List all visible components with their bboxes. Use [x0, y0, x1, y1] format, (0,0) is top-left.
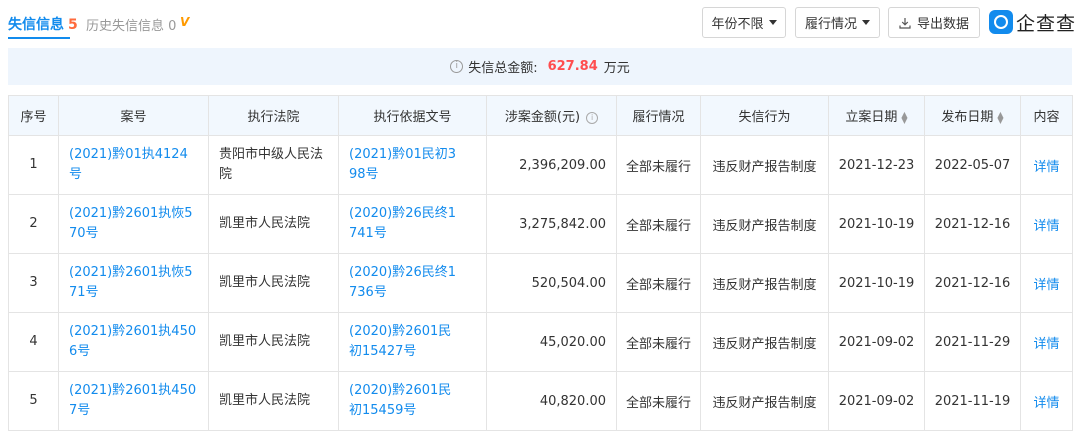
row-index: 5	[8, 371, 59, 431]
performance-status: 全部未履行	[616, 135, 701, 195]
summary-amount: 627.84	[547, 59, 598, 74]
header-case-no: 案号	[58, 95, 209, 136]
top-bar: 失信信息 5 历史失信信息 0 V 年份不限 履行情况 导出数据 企查查	[0, 0, 1080, 44]
header-index: 序号	[8, 95, 59, 136]
behavior-text: 违反财产报告制度	[700, 312, 829, 372]
summary-unit: 万元	[603, 61, 630, 76]
amount-value: 2,396,209.00	[486, 135, 617, 195]
performance-filter-label: 履行情况	[804, 17, 857, 32]
filing-date: 2021-09-02	[828, 371, 925, 431]
performance-filter-dropdown[interactable]: 履行情况	[795, 7, 880, 38]
table-header-row: 序号 案号 执行法院 执行依据文号 涉案金额(元) i 履行情况 失信行为 立案日…	[8, 95, 1073, 136]
publish-date: 2021-11-29	[924, 312, 1021, 372]
court-name: 凯里市人民法院	[208, 312, 339, 372]
court-name: 凯里市人民法院	[208, 371, 339, 431]
download-icon	[899, 17, 911, 29]
basis-no-link[interactable]: (2021)黔01民初3 98号	[338, 135, 487, 195]
detail-link[interactable]: 详情	[1020, 312, 1073, 372]
qichacha-logo: 企查查	[989, 8, 1076, 36]
behavior-text: 违反财产报告制度	[700, 253, 829, 313]
detail-link[interactable]: 详情	[1020, 371, 1073, 431]
export-data-button[interactable]: 导出数据	[888, 7, 980, 38]
caret-down-icon	[862, 20, 870, 25]
table-row: 2 (2021)黔2601执恢5 70号 凯里市人民法院 (2020)黔26民终1…	[8, 194, 1073, 254]
amount-value: 520,504.00	[486, 253, 617, 313]
filing-date: 2021-12-23	[828, 135, 925, 195]
performance-status: 全部未履行	[616, 371, 701, 431]
table-row: 1 (2021)黔01执4124 号 贵阳市中级人民法院 (2021)黔01民初3…	[8, 135, 1073, 195]
filing-date: 2021-09-02	[828, 312, 925, 372]
amount-value: 3,275,842.00	[486, 194, 617, 254]
basis-no-link[interactable]: (2020)黔2601民 初15459号	[338, 371, 487, 431]
sort-icon[interactable]: ▲ ▼	[997, 110, 1003, 124]
tab-history-dishonest-info[interactable]: 历史失信信息 0	[86, 15, 176, 34]
header-filing-date[interactable]: 立案日期 ▲ ▼	[828, 95, 925, 136]
behavior-text: 违反财产报告制度	[700, 371, 829, 431]
tab-dishonest-info-label: 失信信息	[8, 17, 64, 33]
behavior-text: 违反财产报告制度	[700, 135, 829, 195]
basis-no-link[interactable]: (2020)黔26民终1 736号	[338, 253, 487, 313]
row-index: 4	[8, 312, 59, 372]
info-icon: i	[450, 60, 464, 73]
publish-date: 2021-11-19	[924, 371, 1021, 431]
filing-date: 2021-10-19	[828, 253, 925, 313]
detail-link[interactable]: 详情	[1020, 253, 1073, 313]
court-name: 贵阳市中级人民法院	[208, 135, 339, 195]
export-data-label: 导出数据	[916, 17, 969, 32]
case-no-link[interactable]: (2021)黔2601执450 7号	[58, 371, 209, 431]
vip-icon: V	[180, 15, 190, 29]
header-behavior: 失信行为	[700, 95, 829, 136]
dishonest-records-table: 序号 案号 执行法院 执行依据文号 涉案金额(元) i 履行情况 失信行为 立案日…	[8, 95, 1073, 431]
case-no-link[interactable]: (2021)黔2601执450 6号	[58, 312, 209, 372]
header-publish-date[interactable]: 发布日期 ▲ ▼	[924, 95, 1021, 136]
row-index: 3	[8, 253, 59, 313]
header-basis-no: 执行依据文号	[338, 95, 487, 136]
header-performance: 履行情况	[616, 95, 701, 136]
sort-icon[interactable]: ▲ ▼	[901, 110, 907, 124]
behavior-text: 违反财产报告制度	[700, 194, 829, 254]
publish-date: 2021-12-16	[924, 253, 1021, 313]
basis-no-link[interactable]: (2020)黔2601民 初15427号	[338, 312, 487, 372]
filing-date: 2021-10-19	[828, 194, 925, 254]
info-icon[interactable]: i	[586, 111, 599, 124]
publish-date: 2021-12-16	[924, 194, 1021, 254]
tab-dishonest-info-count: 5	[68, 17, 78, 33]
performance-status: 全部未履行	[616, 194, 701, 254]
tab-history-count: 0	[168, 19, 177, 34]
header-amount: 涉案金额(元) i	[486, 95, 617, 136]
summary-label: 失信总金额:	[468, 61, 538, 76]
total-amount-summary: i 失信总金额: 627.84 万元	[8, 48, 1072, 85]
tab-history-label: 历史失信信息	[86, 19, 165, 34]
row-index: 2	[8, 194, 59, 254]
caret-down-icon	[768, 20, 777, 25]
performance-status: 全部未履行	[616, 253, 701, 313]
detail-link[interactable]: 详情	[1020, 194, 1073, 254]
year-filter-dropdown[interactable]: 年份不限	[702, 7, 786, 38]
table-row: 4 (2021)黔2601执450 6号 凯里市人民法院 (2020)黔2601民…	[8, 312, 1073, 372]
logo-mark-icon	[989, 10, 1013, 34]
row-index: 1	[8, 135, 59, 195]
amount-value: 45,020.00	[486, 312, 617, 372]
case-no-link[interactable]: (2021)黔01执4124 号	[58, 135, 209, 195]
table-row: 5 (2021)黔2601执450 7号 凯里市人民法院 (2020)黔2601民…	[8, 371, 1073, 431]
court-name: 凯里市人民法院	[208, 194, 339, 254]
court-name: 凯里市人民法院	[208, 253, 339, 313]
performance-status: 全部未履行	[616, 312, 701, 372]
basis-no-link[interactable]: (2020)黔26民终1 741号	[338, 194, 487, 254]
amount-value: 40,820.00	[486, 371, 617, 431]
year-filter-label: 年份不限	[711, 17, 764, 32]
tab-dishonest-info[interactable]: 失信信息 5	[8, 14, 78, 34]
active-tab-underline	[8, 37, 70, 39]
header-content: 内容	[1020, 95, 1073, 136]
publish-date: 2022-05-07	[924, 135, 1021, 195]
case-no-link[interactable]: (2021)黔2601执恢5 71号	[58, 253, 209, 313]
header-court: 执行法院	[208, 95, 339, 136]
table-row: 3 (2021)黔2601执恢5 71号 凯里市人民法院 (2020)黔26民终1…	[8, 253, 1073, 313]
logo-text: 企查查	[1016, 12, 1077, 35]
case-no-link[interactable]: (2021)黔2601执恢5 70号	[58, 194, 209, 254]
detail-link[interactable]: 详情	[1020, 135, 1073, 195]
